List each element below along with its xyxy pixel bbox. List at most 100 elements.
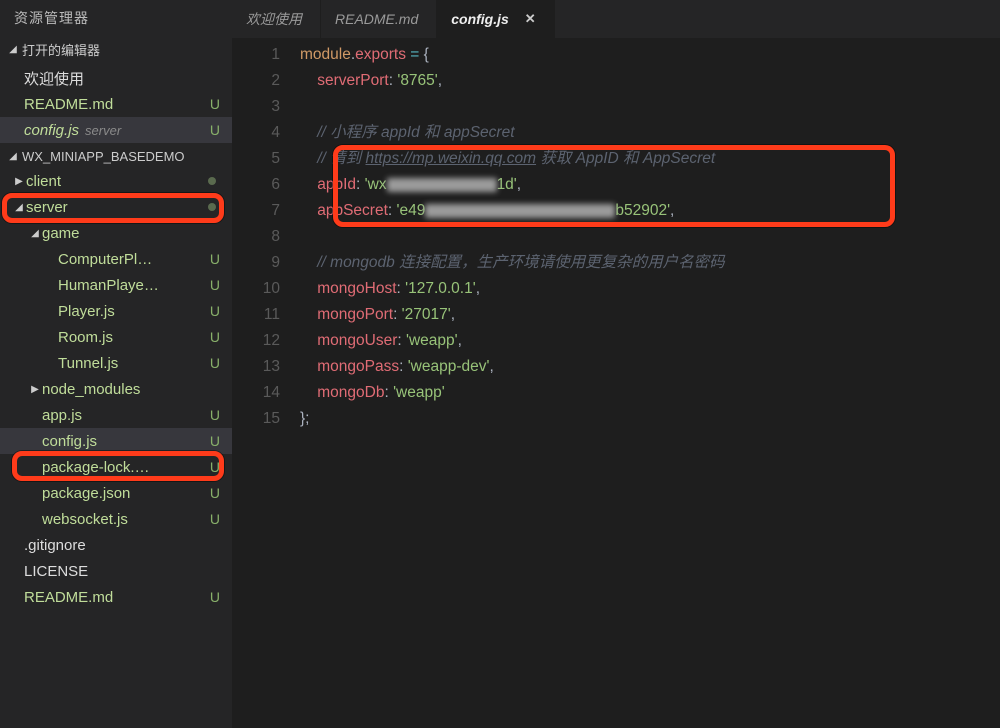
file-player[interactable]: Player.js U	[0, 298, 232, 324]
tab-config[interactable]: config.js ✕	[437, 0, 554, 38]
git-status: U	[210, 511, 220, 527]
line-number: 14	[232, 380, 280, 406]
code-line: // 小程序 appId 和 appSecret	[300, 120, 1000, 146]
file-human-player[interactable]: HumanPlaye… U	[0, 272, 232, 298]
tab-welcome[interactable]: 欢迎使用	[232, 0, 321, 38]
git-status: U	[210, 485, 220, 501]
line-number: 2	[232, 68, 280, 94]
folder-server[interactable]: ◢ server	[0, 194, 232, 220]
code-line: mongoPass: 'weapp-dev',	[300, 354, 1000, 380]
close-icon[interactable]: ✕	[525, 11, 536, 27]
file-label: README.md	[24, 589, 113, 606]
tab-readme[interactable]: README.md	[321, 0, 437, 38]
code-line	[300, 224, 1000, 250]
chevron-down-icon: ◢	[8, 44, 18, 55]
file-room[interactable]: Room.js U	[0, 324, 232, 350]
sidebar-title: 资源管理器	[0, 0, 232, 36]
git-status: U	[210, 589, 220, 605]
line-number: 11	[232, 302, 280, 328]
open-editors-list: 欢迎使用 README.md U config.js server U	[0, 63, 232, 145]
tab-label: config.js	[451, 11, 509, 27]
file-label: LICENSE	[24, 563, 88, 580]
file-license[interactable]: LICENSE	[0, 558, 232, 584]
git-status: U	[210, 459, 220, 475]
project-header[interactable]: ◢ WX_MINIAPP_BASEDEMO	[0, 145, 232, 168]
folder-label: client	[26, 173, 61, 190]
file-websocket-js[interactable]: websocket.js U	[0, 506, 232, 532]
file-label: package-lock.…	[42, 459, 150, 476]
open-editor-readme[interactable]: README.md U	[0, 91, 232, 117]
line-number: 1	[232, 42, 280, 68]
tab-label: README.md	[335, 11, 418, 27]
line-number: 5	[232, 146, 280, 172]
file-label: app.js	[42, 407, 82, 424]
file-computer-player[interactable]: ComputerPl… U	[0, 246, 232, 272]
tab-label: 欢迎使用	[246, 9, 302, 29]
file-label: package.json	[42, 485, 130, 502]
file-gitignore[interactable]: .gitignore	[0, 532, 232, 558]
open-editor-label: 欢迎使用	[24, 68, 84, 89]
open-editor-label: config.js	[24, 122, 79, 139]
file-label: Room.js	[58, 329, 113, 346]
chevron-down-icon: ◢	[8, 151, 18, 162]
code-line: appSecret: 'e49b52902',	[300, 198, 1000, 224]
code-line: // 请到 https://mp.weixin.qq.com 获取 AppID …	[300, 146, 1000, 172]
code-line: appId: 'wx1d',	[300, 172, 1000, 198]
open-editor-config[interactable]: config.js server U	[0, 117, 232, 143]
line-number: 10	[232, 276, 280, 302]
code-content[interactable]: module.exports = { serverPort: '8765', /…	[300, 42, 1000, 728]
sidebar: 资源管理器 ◢ 打开的编辑器 欢迎使用 README.md U config.j…	[0, 0, 232, 728]
folder-game[interactable]: ◢ game	[0, 220, 232, 246]
open-editor-welcome[interactable]: 欢迎使用	[0, 65, 232, 91]
code-line: serverPort: '8765',	[300, 68, 1000, 94]
line-number: 7	[232, 198, 280, 224]
project-name: WX_MINIAPP_BASEDEMO	[22, 149, 185, 164]
line-number: 4	[232, 120, 280, 146]
code-line: mongoHost: '127.0.0.1',	[300, 276, 1000, 302]
file-label: HumanPlaye…	[58, 277, 159, 294]
code-line	[300, 94, 1000, 120]
open-editor-path: server	[85, 123, 121, 138]
chevron-right-icon: ▶	[28, 384, 42, 395]
open-editor-label: README.md	[24, 96, 113, 113]
code-line: };	[300, 406, 1000, 432]
file-package-lock[interactable]: package-lock.… U	[0, 454, 232, 480]
code-editor[interactable]: 1 2 3 4 5 6 7 8 9 10 11 12 13 14 15 modu…	[232, 38, 1000, 728]
file-label: config.js	[42, 433, 97, 450]
code-line: mongoDb: 'weapp'	[300, 380, 1000, 406]
file-label: websocket.js	[42, 511, 128, 528]
git-status: U	[210, 122, 220, 138]
git-status: U	[210, 251, 220, 267]
file-readme-md[interactable]: README.md U	[0, 584, 232, 610]
file-label: .gitignore	[24, 537, 86, 554]
file-tunnel[interactable]: Tunnel.js U	[0, 350, 232, 376]
folder-label: node_modules	[42, 381, 140, 398]
chevron-down-icon: ◢	[12, 202, 26, 213]
file-package-json[interactable]: package.json U	[0, 480, 232, 506]
git-status: U	[210, 355, 220, 371]
git-status: U	[210, 433, 220, 449]
line-number: 12	[232, 328, 280, 354]
file-label: Player.js	[58, 303, 115, 320]
code-line: module.exports = {	[300, 42, 1000, 68]
folder-node-modules[interactable]: ▶ node_modules	[0, 376, 232, 402]
line-number: 15	[232, 406, 280, 432]
modified-dot-icon	[208, 203, 216, 211]
line-number: 3	[232, 94, 280, 120]
line-number-gutter: 1 2 3 4 5 6 7 8 9 10 11 12 13 14 15	[232, 42, 300, 728]
redacted-appid	[387, 178, 497, 192]
line-number: 9	[232, 250, 280, 276]
folder-client[interactable]: ▶ client	[0, 168, 232, 194]
code-line: mongoUser: 'weapp',	[300, 328, 1000, 354]
file-app-js[interactable]: app.js U	[0, 402, 232, 428]
modified-dot-icon	[208, 177, 216, 185]
git-status: U	[210, 303, 220, 319]
line-number: 13	[232, 354, 280, 380]
line-number: 6	[232, 172, 280, 198]
chevron-down-icon: ◢	[28, 228, 42, 239]
git-status: U	[210, 277, 220, 293]
open-editors-header[interactable]: ◢ 打开的编辑器	[0, 36, 232, 63]
code-line: // mongodb 连接配置，生产环境请使用更复杂的用户名密码	[300, 250, 1000, 276]
file-config-js[interactable]: config.js U	[0, 428, 232, 454]
code-line: mongoPort: '27017',	[300, 302, 1000, 328]
